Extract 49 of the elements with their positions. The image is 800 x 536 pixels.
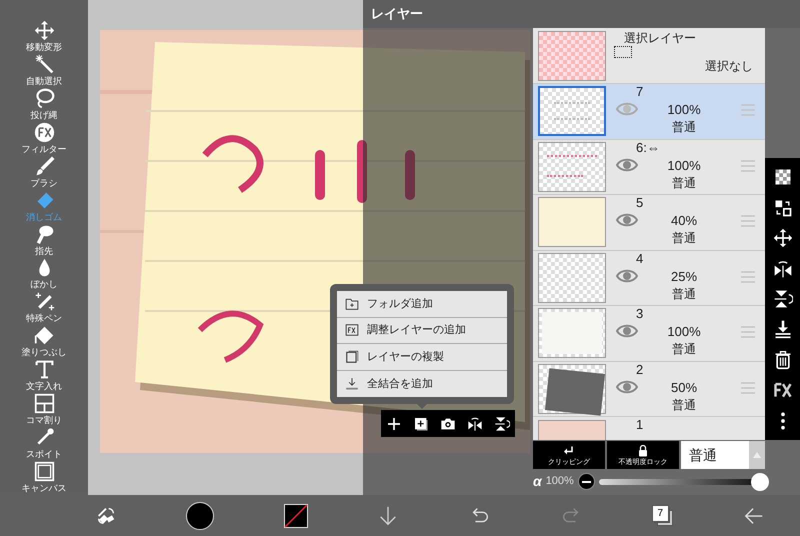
alpha-symbol: α xyxy=(533,472,542,491)
tool-button[interactable]: ぼかし xyxy=(2,257,86,292)
menu-item[interactable]: レイヤーの複製 xyxy=(337,344,507,370)
panel-title: レイヤー xyxy=(371,5,423,24)
blend-mode-label: 普通 xyxy=(671,396,697,412)
layer-row[interactable]: 7 100% 普通 xyxy=(533,84,765,140)
tool-button[interactable]: 指先 xyxy=(2,224,86,258)
layer-name: 選択レイヤー xyxy=(623,30,697,46)
tool-button[interactable]: 移動変形 xyxy=(2,20,86,54)
menu-item[interactable]: 調整レイヤーの追加 xyxy=(337,318,507,344)
layer-name: 4 xyxy=(636,250,644,266)
tool-button[interactable]: ブラシ xyxy=(2,156,86,190)
layer-row[interactable]: 4 25% 普通 xyxy=(533,250,765,306)
layer-row[interactable]: 2 50% 普通 xyxy=(533,362,765,417)
layer-opacity: 100% xyxy=(666,324,702,340)
layer-opacity: 40% xyxy=(670,213,698,229)
tool-button[interactable]: 自動選択 xyxy=(2,54,86,88)
layer-name: 7 xyxy=(636,84,644,100)
blend-mode-dropdown[interactable]: 普通 xyxy=(681,441,765,469)
tool-button[interactable]: 特殊ペン xyxy=(2,291,86,326)
opacity-value: 100% xyxy=(546,474,574,490)
menu-item[interactable]: 全結合を追加 xyxy=(337,370,507,397)
layer-name: 6:⇔ xyxy=(636,140,660,156)
layer-row[interactable]: 6:⇔ 100% 普通 xyxy=(533,140,765,195)
layer-name: 3 xyxy=(636,306,644,322)
tool-button[interactable]: フィルター xyxy=(2,122,86,156)
layer-opacity: 50% xyxy=(670,380,698,396)
selection-status: 選択なし xyxy=(705,58,754,74)
tool-button[interactable]: 文字入れ xyxy=(2,359,86,394)
layer-name: 5 xyxy=(636,195,644,211)
blend-mode-label: 普通 xyxy=(671,341,697,357)
layer-row[interactable]: 3 100% 普通 xyxy=(533,306,765,362)
blend-mode-label: 普通 xyxy=(671,286,697,302)
selection-layer-row[interactable]: 選択レイヤー 選択なし xyxy=(533,28,765,84)
blend-mode-label: 普通 xyxy=(671,119,697,135)
layer-row[interactable]: 5 40% 普通 xyxy=(533,195,765,250)
layer-opacity: 100% xyxy=(666,158,702,174)
tool-button[interactable]: 塗りつぶし xyxy=(2,325,86,360)
layer-opacity: 100% xyxy=(666,102,702,118)
blend-mode-label: 普通 xyxy=(671,174,697,190)
menu-item[interactable]: フォルダ追加 xyxy=(337,291,507,318)
layer-name: 1 xyxy=(636,417,644,433)
tool-button[interactable]: 投げ縄 xyxy=(2,88,86,122)
tool-button[interactable]: キャンバス xyxy=(2,460,86,495)
tool-button[interactable]: コマ割り xyxy=(2,393,86,428)
blend-mode-label: 普通 xyxy=(671,230,697,246)
layer-opacity: 25% xyxy=(670,268,698,284)
layer-name: 2 xyxy=(636,362,644,378)
tool-button[interactable]: スポイト xyxy=(2,427,86,461)
